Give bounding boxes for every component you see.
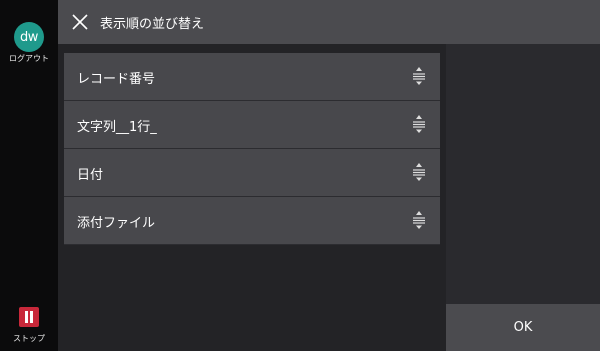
logout-label[interactable]: ログアウト <box>0 53 58 64</box>
sort-handle-icon[interactable] <box>412 114 426 134</box>
page-title: 表示順の並び替え <box>100 17 205 32</box>
ok-button[interactable]: OK <box>446 304 600 351</box>
sort-handle-icon[interactable] <box>412 210 426 230</box>
list-item[interactable]: 文字列__1行_ <box>64 101 440 149</box>
list-item-label: レコード番号 <box>77 72 156 87</box>
avatar[interactable]: dw <box>14 22 44 52</box>
left-rail: dw ログアウト ストップ <box>0 0 58 351</box>
sort-list: レコード番号 文字列__1行_ 日付 添付ファイル <box>64 53 440 245</box>
sort-handle-icon[interactable] <box>412 162 426 182</box>
sort-handle-icon[interactable] <box>412 66 426 86</box>
list-item-label: 添付ファイル <box>77 216 156 231</box>
list-item[interactable]: 添付ファイル <box>64 197 440 245</box>
right-panel <box>446 44 600 304</box>
stop-icon <box>19 307 39 327</box>
list-item-label: 文字列__1行_ <box>77 120 157 135</box>
stop-label: ストップ <box>13 334 45 343</box>
list-item[interactable]: レコード番号 <box>64 53 440 101</box>
stop-button[interactable]: ストップ <box>0 300 58 351</box>
list-item[interactable]: 日付 <box>64 149 440 197</box>
list-item-label: 日付 <box>77 168 104 183</box>
header: 表示順の並び替え <box>58 0 600 44</box>
close-icon[interactable] <box>70 12 90 32</box>
